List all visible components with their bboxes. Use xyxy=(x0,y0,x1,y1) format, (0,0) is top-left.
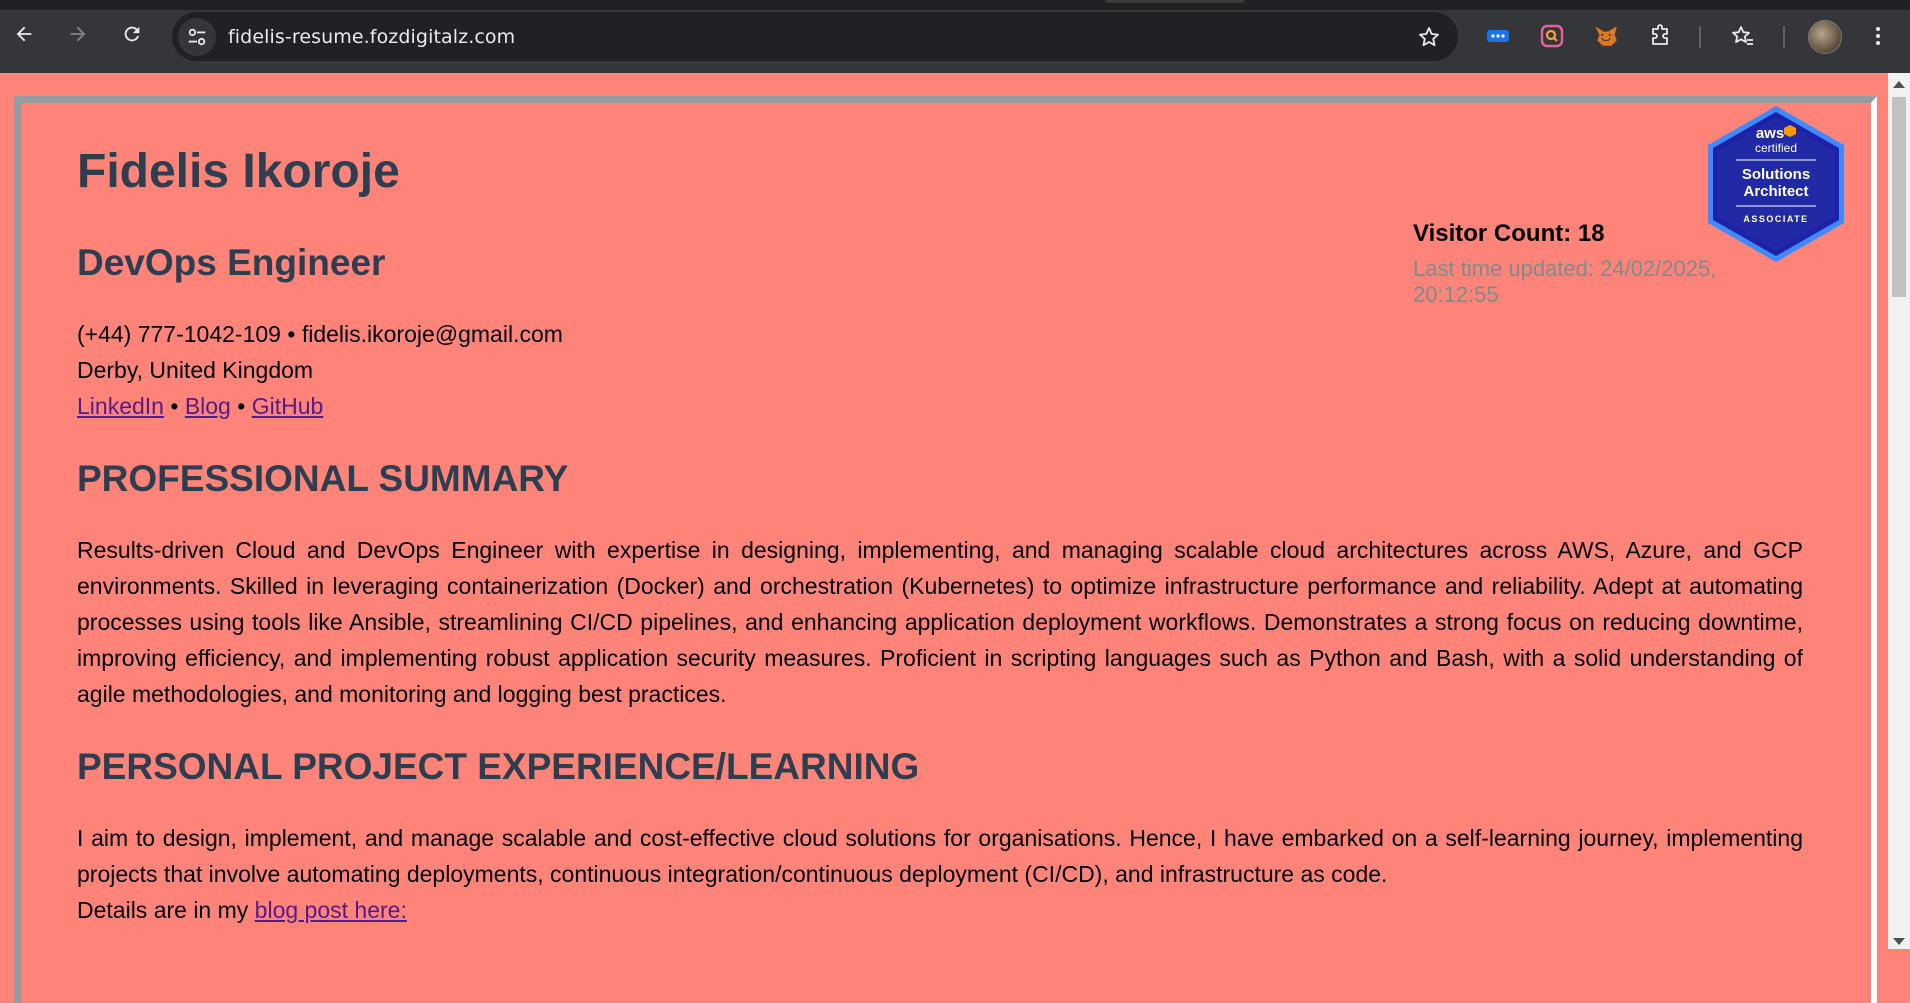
site-info-button[interactable] xyxy=(178,18,216,56)
page-scrollbar[interactable] xyxy=(1888,73,1910,949)
active-tab-indicator xyxy=(1105,0,1245,3)
star-icon xyxy=(1419,27,1439,47)
tab-strip xyxy=(0,0,1910,10)
extension-dots-button[interactable] xyxy=(1482,20,1514,52)
password-dots-icon xyxy=(1487,30,1509,42)
phone-number: (+44) 777-1042-109 xyxy=(77,321,281,347)
metamask-button[interactable] xyxy=(1590,20,1622,52)
forward-button[interactable] xyxy=(60,16,96,52)
star-list-icon xyxy=(1732,26,1753,45)
tune-icon xyxy=(188,28,206,46)
bullet-separator: • xyxy=(237,393,252,419)
projects-heading: PERSONAL PROJECT EXPERIENCE/LEARNING xyxy=(77,746,920,787)
blog-link[interactable]: Blog xyxy=(185,393,231,419)
toolbar-divider xyxy=(1699,26,1701,48)
job-title: DevOps Engineer xyxy=(77,242,386,283)
details-prefix: Details are in my xyxy=(77,897,255,923)
browser-toolbar: fidelis-resume.fozdigitalz.com xyxy=(0,0,1910,73)
bookmark-button[interactable] xyxy=(1414,22,1444,52)
linkedin-link[interactable]: LinkedIn xyxy=(77,393,164,419)
summary-text: Results-driven Cloud and DevOps Engineer… xyxy=(77,537,1803,707)
projects-text: I aim to design, implement, and manage s… xyxy=(77,825,1803,887)
scrollbar-thumb[interactable] xyxy=(1892,97,1906,297)
puzzle-icon xyxy=(1652,24,1668,45)
bullet-separator: • xyxy=(170,393,185,419)
back-arrow-icon xyxy=(16,26,32,42)
address-bar[interactable]: fidelis-resume.fozdigitalz.com xyxy=(172,12,1458,61)
badge-certified-text: certified xyxy=(1755,141,1797,155)
contact-info: (+44) 777-1042-109 • fidelis.ikoroje@gma… xyxy=(77,316,563,424)
email-address: fidelis.ikoroje@gmail.com xyxy=(301,321,563,347)
browser-menu-button[interactable] xyxy=(1862,20,1894,52)
social-links: LinkedIn • Blog • GitHub xyxy=(77,388,563,424)
url-text[interactable]: fidelis-resume.fozdigitalz.com xyxy=(228,26,515,48)
badge-solutions-text: Solutions xyxy=(1742,166,1810,183)
scroll-down-arrow-icon[interactable] xyxy=(1893,938,1905,945)
badge-architect-text: Architect xyxy=(1743,183,1808,200)
contact-line: (+44) 777-1042-109 • fidelis.ikoroje@gma… xyxy=(77,316,563,352)
details-line: Details are in my blog post here: xyxy=(77,892,1803,928)
bullet-separator: • xyxy=(287,321,302,347)
github-link[interactable]: GitHub xyxy=(252,393,324,419)
forward-arrow-icon xyxy=(70,26,86,42)
visitor-counter: Visitor Count: 18 Last time updated: 24/… xyxy=(1413,220,1803,308)
reading-list-button[interactable] xyxy=(1726,20,1758,52)
location: Derby, United Kingdom xyxy=(77,357,314,383)
blog-post-link[interactable]: blog post here: xyxy=(255,897,407,923)
reload-icon xyxy=(124,26,140,42)
candidate-name: Fidelis Ikoroje xyxy=(77,145,400,198)
last-updated: Last time updated: 24/02/2025, 20:12:55 xyxy=(1413,256,1717,307)
profile-avatar[interactable] xyxy=(1808,20,1842,54)
extension-search-button[interactable] xyxy=(1536,20,1568,52)
summary-heading: PROFESSIONAL SUMMARY xyxy=(77,458,569,499)
badge-aws-text: aws xyxy=(1756,125,1784,142)
kebab-menu-icon xyxy=(1876,27,1880,45)
magnifier-extension-icon xyxy=(1540,24,1564,48)
reload-button[interactable] xyxy=(114,16,150,52)
extensions-button[interactable] xyxy=(1644,20,1676,52)
back-button[interactable] xyxy=(6,16,42,52)
fox-icon xyxy=(1595,26,1617,46)
scroll-up-arrow-icon[interactable] xyxy=(1893,81,1905,88)
visitor-count: Visitor Count: 18 xyxy=(1413,220,1605,247)
toolbar-divider xyxy=(1783,26,1785,48)
